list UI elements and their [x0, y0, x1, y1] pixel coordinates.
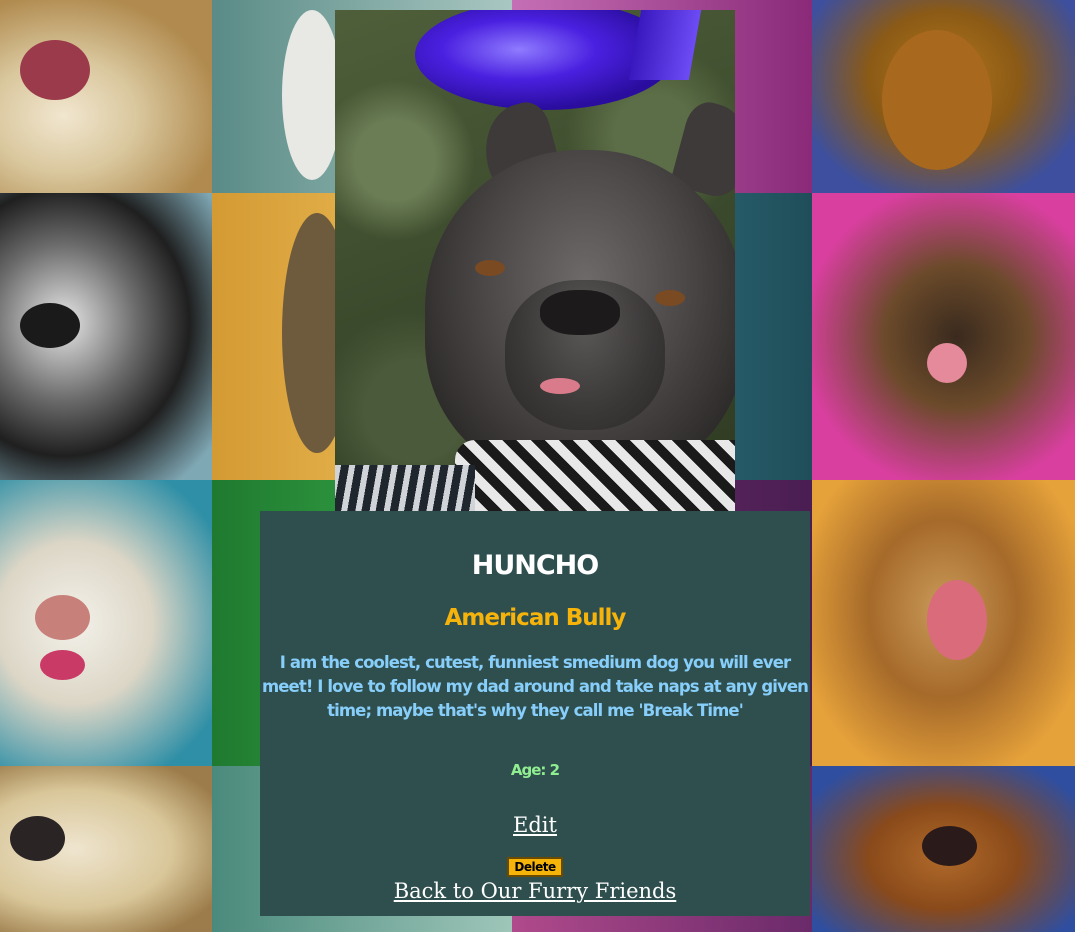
- photo-dog-eye: [475, 260, 505, 276]
- background-dog-photo: [0, 0, 212, 193]
- photo-dog-nose: [540, 290, 620, 335]
- background-dog-photo: [0, 480, 212, 766]
- delete-button[interactable]: Delete: [507, 857, 563, 877]
- background-dog-photo: [812, 766, 1075, 932]
- pet-info-card: Huncho American Bully I am the coolest, …: [260, 511, 810, 916]
- delete-form: Delete: [260, 856, 810, 877]
- pet-photo: [335, 10, 735, 511]
- pet-name: Huncho: [471, 539, 599, 583]
- photo-dog-eye: [655, 290, 685, 306]
- pet-age-value: 2: [549, 761, 560, 779]
- photo-dog-collar: [455, 440, 735, 511]
- background-dog-photo: [812, 0, 1075, 193]
- pet-bio: I am the coolest, cutest, funniest smedi…: [261, 653, 809, 720]
- edit-link[interactable]: Edit: [260, 813, 810, 837]
- photo-scooter-pole: [628, 10, 702, 80]
- background-dog-photo: [0, 193, 212, 480]
- photo-dog-tongue: [540, 378, 580, 394]
- pet-breed: American Bully: [444, 605, 627, 631]
- photo-shirt: [335, 465, 475, 511]
- pet-age: Age: 2: [260, 761, 810, 779]
- background-dog-photo: [812, 480, 1075, 766]
- background-dog-photo: [812, 193, 1075, 480]
- background-dog-photo: [0, 766, 212, 932]
- pet-age-label: Age:: [510, 761, 550, 779]
- back-to-friends-link[interactable]: Back to Our Furry Friends: [260, 879, 810, 903]
